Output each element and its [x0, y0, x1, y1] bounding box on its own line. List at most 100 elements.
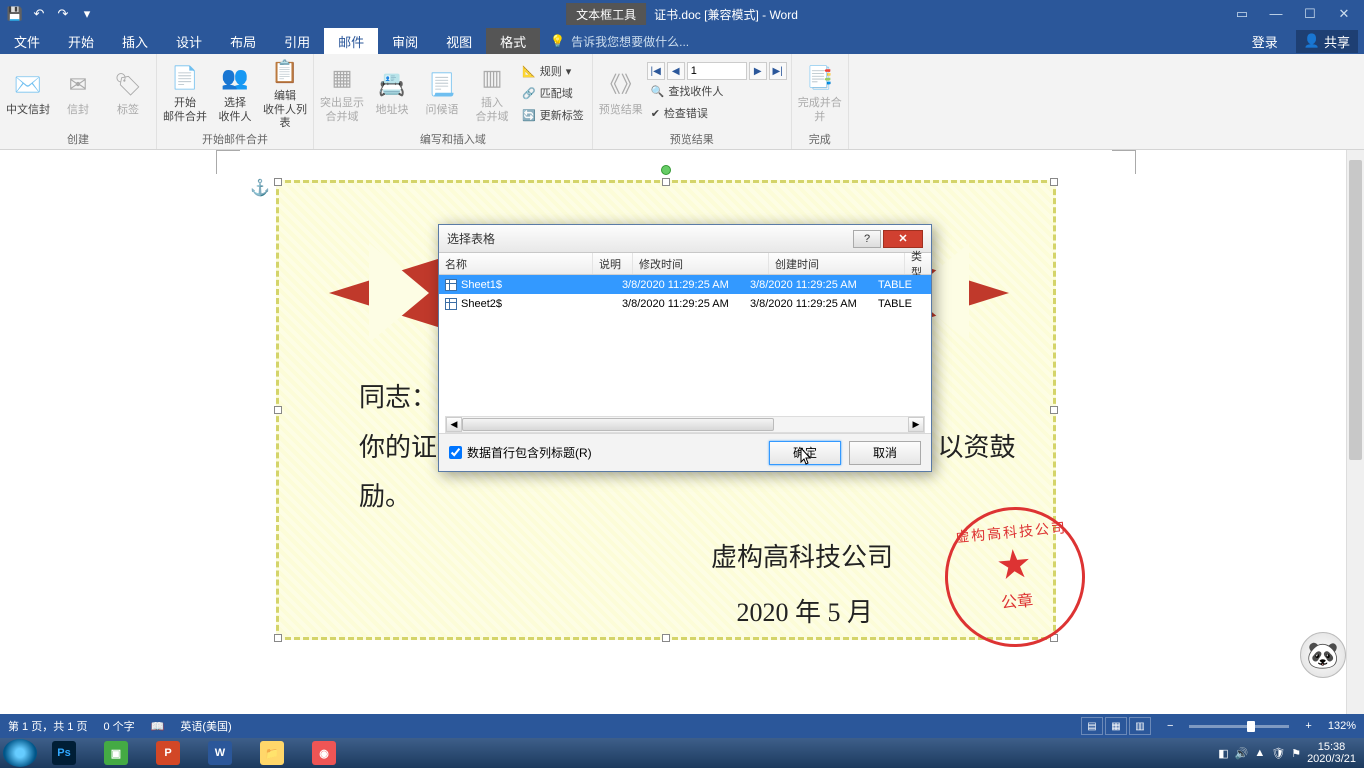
zoom-in-button[interactable]: + [1305, 720, 1311, 732]
redo-icon[interactable]: ↷ [52, 3, 74, 25]
cancel-button[interactable]: 取消 [849, 441, 921, 465]
col-name[interactable]: 名称 [439, 253, 593, 274]
ribbon-options-icon[interactable]: ▭ [1230, 6, 1254, 22]
address-block-button[interactable]: 📇地址块 [368, 56, 416, 130]
find-recipient-button[interactable]: 🔍查找收件人 [647, 80, 787, 102]
resize-handle[interactable] [1050, 406, 1058, 414]
record-number-input[interactable] [687, 62, 747, 80]
insert-merge-field-button[interactable]: ▥插入 合并域 [468, 56, 516, 130]
col-modified[interactable]: 修改时间 [633, 253, 769, 274]
finish-merge-button[interactable]: 📑完成并合并 [796, 56, 844, 130]
tab-home[interactable]: 开始 [54, 28, 108, 54]
resize-handle[interactable] [274, 634, 282, 642]
zoom-level[interactable]: 132% [1328, 720, 1356, 732]
col-created[interactable]: 创建时间 [769, 253, 905, 274]
update-icon: 🔄 [522, 109, 536, 122]
ok-button[interactable]: 确定 [769, 441, 841, 465]
undo-icon[interactable]: ↶ [28, 3, 50, 25]
start-mail-merge-button[interactable]: 📄开始 邮件合并 [161, 56, 209, 130]
zoom-slider[interactable] [1189, 725, 1289, 728]
status-page[interactable]: 第 1 页，共 1 页 [8, 718, 87, 734]
status-language[interactable]: 英语(美国) [180, 718, 231, 734]
assistant-panda-icon[interactable]: 🐼 [1300, 632, 1346, 678]
dialog-table-list[interactable]: Sheet1$ 3/8/2020 11:29:25 AM 3/8/2020 11… [439, 275, 931, 433]
tab-design[interactable]: 设计 [162, 28, 216, 54]
cn-envelope-button[interactable]: ✉️中文信封 [4, 56, 52, 130]
tab-format[interactable]: 格式 [486, 28, 540, 54]
dialog-help-button[interactable]: ? [853, 230, 881, 248]
tab-mailings[interactable]: 邮件 [324, 28, 378, 54]
match-fields-button[interactable]: 🔗匹配域 [518, 82, 588, 104]
scroll-left-button[interactable]: ◀ [446, 417, 462, 432]
resize-handle[interactable] [662, 178, 670, 186]
envelope-button[interactable]: ✉信封 [54, 56, 102, 130]
scrollbar-thumb[interactable] [462, 418, 774, 431]
taskbar-app-recorder[interactable]: ◉ [299, 739, 349, 767]
highlight-fields-button[interactable]: ▦突出显示 合并域 [318, 56, 366, 130]
tab-file[interactable]: 文件 [0, 28, 54, 54]
col-desc[interactable]: 说明 [593, 253, 633, 274]
labels-button[interactable]: 🏷标签 [104, 56, 152, 130]
close-icon[interactable]: ✕ [1332, 6, 1356, 22]
tray-icon[interactable]: ◧ [1218, 747, 1228, 760]
proofing-icon[interactable]: 📖 [151, 720, 165, 733]
share-button[interactable]: 👤共享 [1296, 30, 1358, 53]
zoom-out-button[interactable]: − [1167, 720, 1173, 732]
tray-icon[interactable]: 🛡 [1271, 747, 1285, 760]
table-row[interactable]: Sheet1$ 3/8/2020 11:29:25 AM 3/8/2020 11… [439, 275, 931, 294]
login-button[interactable]: 登录 [1238, 32, 1292, 51]
resize-handle[interactable] [1050, 178, 1058, 186]
rotation-handle[interactable] [661, 165, 671, 175]
taskbar-app-word[interactable]: W [195, 739, 245, 767]
minimize-icon[interactable]: — [1264, 6, 1288, 22]
preview-results-button[interactable]: 《》预览结果 [597, 56, 645, 130]
checkbox-input[interactable] [449, 446, 462, 459]
select-recipients-button[interactable]: 👥选择 收件人 [211, 56, 259, 130]
start-button[interactable] [3, 739, 37, 767]
first-row-headers-checkbox[interactable]: 数据首行包含列标题(R) [449, 444, 592, 461]
maximize-icon[interactable]: ☐ [1298, 6, 1322, 22]
taskbar-app-camtasia[interactable]: ▣ [91, 739, 141, 767]
taskbar-app-powerpoint[interactable]: P [143, 739, 193, 767]
next-record-button[interactable]: ▶ [749, 62, 767, 80]
tab-insert[interactable]: 插入 [108, 28, 162, 54]
system-tray[interactable]: ◧ 🔊 ▲ 🛡 ⚑ 15:38 2020/3/21 [1212, 741, 1362, 765]
taskbar-app-explorer[interactable]: 📁 [247, 739, 297, 767]
read-mode-button[interactable]: ▤ [1081, 717, 1103, 735]
zoom-thumb[interactable] [1247, 721, 1255, 732]
tab-references[interactable]: 引用 [270, 28, 324, 54]
last-record-button[interactable]: ▶| [769, 62, 787, 80]
prev-record-button[interactable]: ◀ [667, 62, 685, 80]
table-row[interactable]: Sheet2$ 3/8/2020 11:29:25 AM 3/8/2020 11… [439, 294, 931, 313]
print-layout-button[interactable]: ▦ [1105, 717, 1127, 735]
status-word-count[interactable]: 0 个字 [103, 718, 134, 734]
tab-view[interactable]: 视图 [432, 28, 486, 54]
edit-recipients-button[interactable]: 📋编辑 收件人列表 [261, 56, 309, 130]
tell-me-search[interactable]: 💡告诉我您想要做什么... [540, 28, 699, 54]
check-errors-button[interactable]: ✔检查错误 [647, 102, 787, 124]
tab-review[interactable]: 审阅 [378, 28, 432, 54]
taskbar-clock[interactable]: 15:38 2020/3/21 [1307, 741, 1356, 765]
resize-handle[interactable] [274, 178, 282, 186]
first-record-button[interactable]: |◀ [647, 62, 665, 80]
tray-icon[interactable]: ▲ [1254, 747, 1265, 759]
qat-customize-icon[interactable]: ▾ [76, 3, 98, 25]
resize-handle[interactable] [662, 634, 670, 642]
web-layout-button[interactable]: ▥ [1129, 717, 1151, 735]
col-type[interactable]: 类型 [905, 253, 931, 274]
scroll-right-button[interactable]: ▶ [908, 417, 924, 432]
resize-handle[interactable] [274, 406, 282, 414]
greeting-line-button[interactable]: 📃问候语 [418, 56, 466, 130]
tray-icon[interactable]: 🔊 [1235, 747, 1249, 760]
update-labels-button[interactable]: 🔄更新标签 [518, 104, 588, 126]
rules-button[interactable]: 📐规则 ▾ [518, 60, 588, 82]
dialog-titlebar[interactable]: 选择表格 ? ✕ [439, 225, 931, 253]
vertical-scrollbar[interactable] [1346, 150, 1364, 714]
tray-icon[interactable]: ⚑ [1291, 747, 1301, 760]
taskbar-app-photoshop[interactable]: Ps [39, 739, 89, 767]
tab-layout[interactable]: 布局 [216, 28, 270, 54]
save-icon[interactable]: 💾 [4, 3, 26, 25]
scrollbar-thumb[interactable] [1349, 160, 1362, 460]
dialog-close-button[interactable]: ✕ [883, 230, 923, 248]
dialog-horizontal-scrollbar[interactable]: ◀ ▶ [445, 416, 925, 433]
